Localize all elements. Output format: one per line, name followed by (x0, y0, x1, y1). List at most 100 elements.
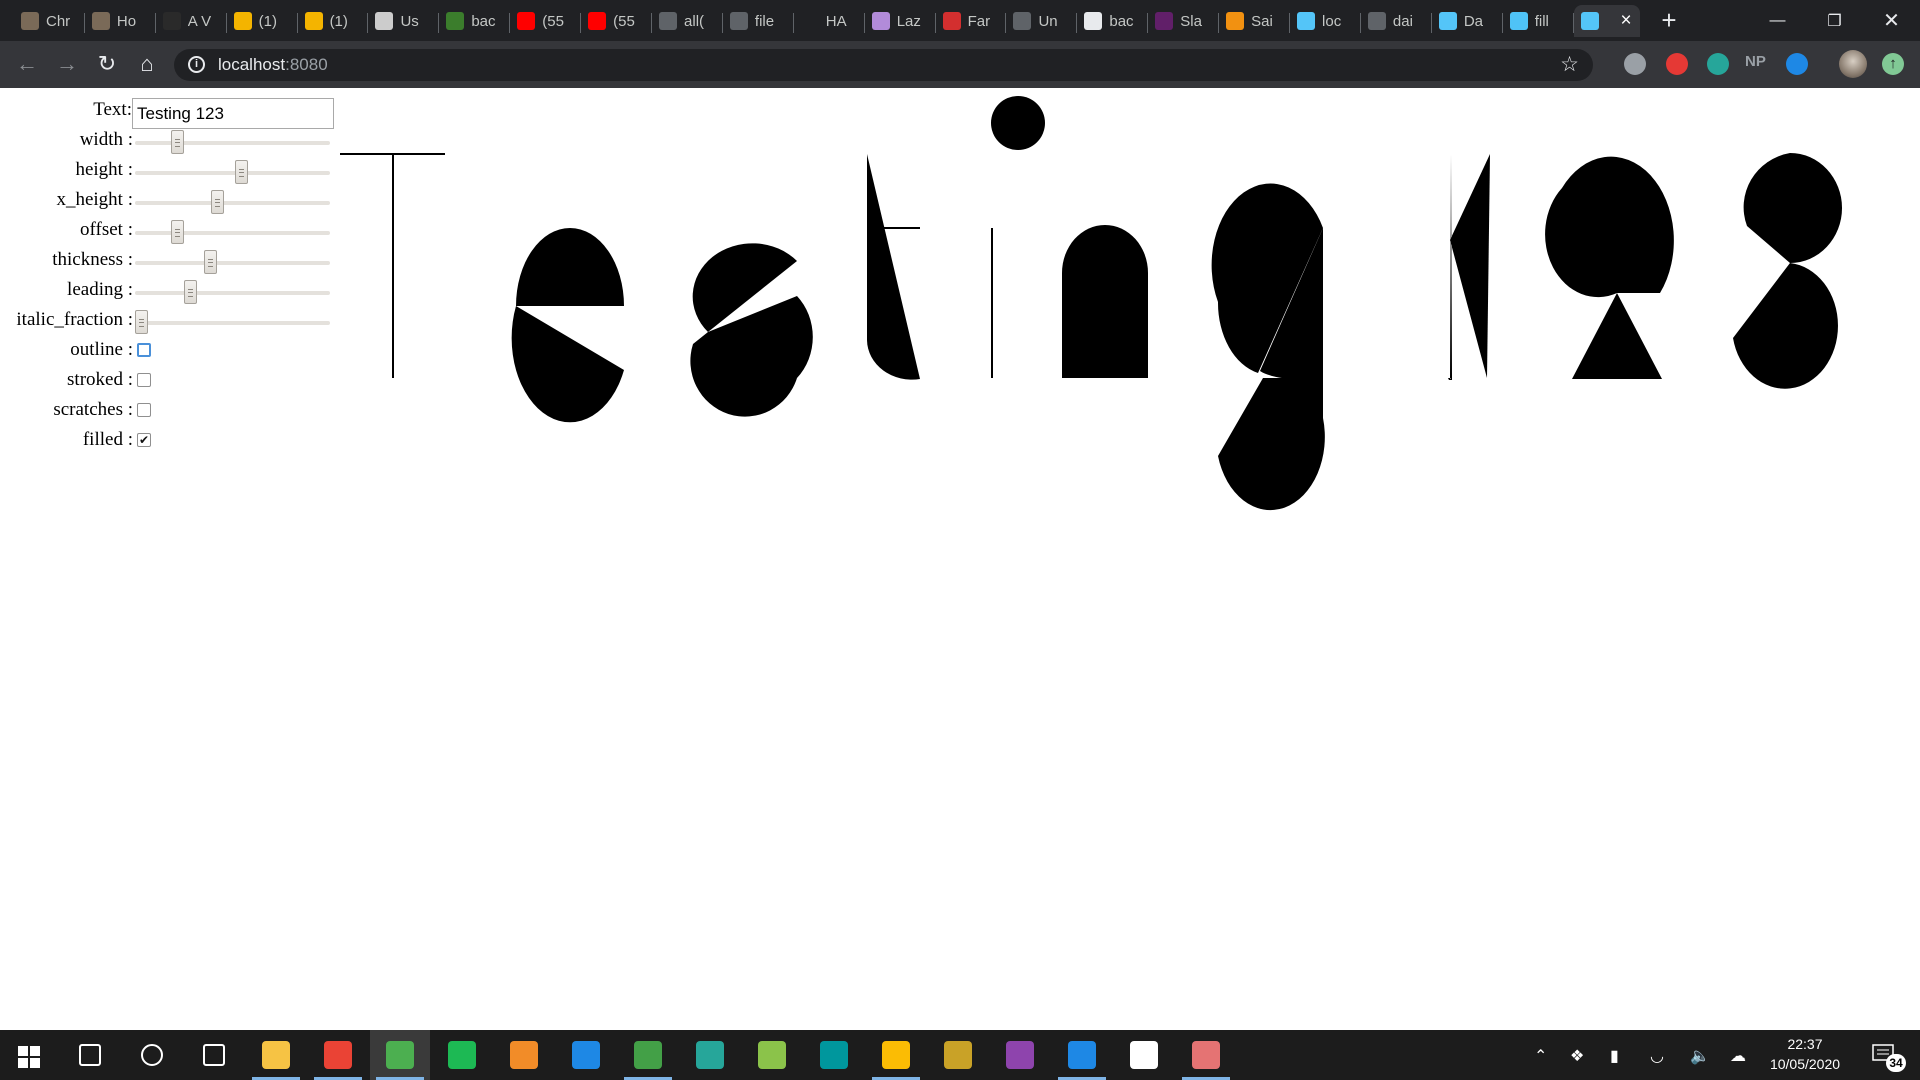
forward-button[interactable]: → (52, 49, 82, 79)
start-button[interactable] (18, 1046, 40, 1073)
wifi-icon[interactable]: ◡ (1650, 1046, 1664, 1066)
taskbar-vscode[interactable] (1052, 1030, 1112, 1080)
close-window-button[interactable]: ✕ (1863, 0, 1920, 41)
browser-tab[interactable]: Un (1006, 5, 1078, 37)
shirt-icon[interactable] (1707, 53, 1729, 75)
back-button[interactable]: ← (12, 49, 42, 79)
paint-icon (1192, 1041, 1220, 1069)
flutter-icon (1438, 12, 1457, 30)
browser-tab[interactable]: (1) (227, 5, 298, 37)
taskbar-file-explorer[interactable] (246, 1030, 306, 1080)
tab-title: HA (825, 12, 847, 30)
notifications-button[interactable]: 34 (1872, 1044, 1906, 1072)
taskbar-chrome[interactable] (370, 1030, 430, 1080)
bookmark-star-icon[interactable]: ☆ (1560, 52, 1579, 77)
spotify-icon (448, 1041, 476, 1069)
home-button[interactable]: ⌂ (132, 49, 162, 79)
browser-tab[interactable]: bac (1077, 5, 1149, 37)
browser-toolbar: ← → ↻ ⌂ i localhost:8080 ☆ NP ↑ (0, 41, 1920, 88)
taskbar-xmind[interactable] (618, 1030, 678, 1080)
browser-tab[interactable]: Chr (14, 5, 85, 37)
slack-icon (1155, 12, 1174, 30)
tab-title: dai (1392, 12, 1413, 30)
taskbar-task-view[interactable] (184, 1030, 244, 1080)
taskbar-terminal[interactable] (680, 1030, 740, 1080)
profile-avatar[interactable] (1839, 50, 1867, 78)
browser-tab[interactable]: fill (1503, 5, 1574, 37)
tab-title: Laz (896, 12, 921, 30)
browser-tab[interactable]: Ho (85, 5, 156, 37)
taskbar-search[interactable] (60, 1030, 120, 1080)
shield-icon[interactable] (1624, 53, 1646, 75)
browser-tab[interactable]: dai (1361, 5, 1432, 37)
address-bar[interactable]: i localhost:8080 ☆ (174, 49, 1593, 81)
cursor-icon (871, 12, 890, 30)
browser-tab[interactable]: Da (1432, 5, 1503, 37)
browser-tab[interactable]: (1) (298, 5, 369, 37)
browser-tab[interactable]: (55 (510, 5, 582, 37)
browser-tab[interactable]: A V (156, 5, 227, 37)
tab-strip: Chr Ho A V (1) (1) Us bac (55 (55 all(file HA Laz Fa… (0, 0, 1920, 41)
taskbar-fontforge[interactable] (1114, 1030, 1174, 1080)
tray-chevron-icon[interactable]: ⌃ (1534, 1046, 1547, 1066)
green-bar-icon (446, 12, 465, 30)
bulb-icon (882, 1041, 910, 1069)
browser-tab[interactable]: file (723, 5, 794, 37)
battery-icon[interactable]: ▮ (1610, 1046, 1619, 1066)
minimize-button[interactable]: — (1749, 0, 1806, 41)
dropbox-icon[interactable]: ❖ (1570, 1046, 1584, 1066)
browser-tab[interactable]: × (1573, 5, 1640, 37)
browser-tab[interactable]: Laz (865, 5, 936, 37)
glyph-3 (1733, 152, 1843, 389)
taskbar-arduino[interactable] (804, 1030, 864, 1080)
tab-title: Da (1463, 12, 1483, 30)
browser-tab[interactable]: loc (1290, 5, 1361, 37)
tab-title: all( (684, 12, 705, 30)
np-icon[interactable]: NP (1745, 53, 1767, 75)
red-logo-icon (942, 12, 961, 30)
reload-button[interactable]: ↻ (92, 49, 122, 79)
taskbar-paint[interactable] (1176, 1030, 1236, 1080)
browser-tab[interactable]: Far (936, 5, 1007, 37)
close-tab-icon[interactable]: × (1620, 10, 1631, 32)
stop-icon[interactable] (1666, 53, 1688, 75)
browser-tab[interactable]: Us (368, 5, 440, 37)
tab-title: Sai (1251, 12, 1273, 30)
clock-date: 10/05/2020 (1769, 1056, 1841, 1072)
browser-tab[interactable]: HA (794, 5, 865, 37)
tab-title: Far (967, 12, 991, 30)
taskbar-gmail[interactable] (308, 1030, 368, 1080)
browser-tab[interactable]: bac (439, 5, 511, 37)
browser-tab[interactable]: all( (652, 5, 723, 37)
new-tab-button[interactable]: + (1655, 7, 1683, 35)
taskbar-c-app[interactable] (556, 1030, 616, 1080)
windows-icon (18, 1046, 40, 1068)
flutter-icon (1297, 12, 1316, 30)
drop-icon[interactable] (1786, 53, 1808, 75)
volume-icon[interactable]: 🔈 (1690, 1046, 1710, 1066)
taskbar-foxit[interactable] (494, 1030, 554, 1080)
globe-icon (659, 12, 678, 30)
taskbar-globe-app[interactable] (928, 1030, 988, 1080)
site-info-icon[interactable]: i (188, 56, 205, 73)
taskbar-keep[interactable] (866, 1030, 926, 1080)
chrome-icon (386, 1041, 414, 1069)
tab-title: Un (1038, 12, 1058, 30)
browser-tab[interactable]: Sla (1148, 5, 1220, 37)
taskbar-visual-studio[interactable] (990, 1030, 1050, 1080)
browser-tab[interactable]: Sai (1219, 5, 1290, 37)
taskbar-cortana[interactable] (122, 1030, 182, 1080)
g-icon (233, 12, 252, 30)
photo-icon (758, 1041, 786, 1069)
onedrive-icon[interactable]: ☁ (1730, 1046, 1746, 1066)
taskbar-image-app[interactable] (742, 1030, 802, 1080)
restore-button[interactable]: ❐ (1806, 0, 1863, 41)
glyph-n (1062, 225, 1148, 378)
browser-tab[interactable]: (55 (581, 5, 652, 37)
tab-title: fill (1534, 12, 1549, 30)
taskbar-spotify[interactable] (432, 1030, 492, 1080)
terminal-icon (696, 1041, 724, 1069)
url-text: localhost:8080 (218, 55, 328, 74)
clock[interactable]: 22:37 10/05/2020 (1760, 1034, 1850, 1074)
update-icon[interactable]: ↑ (1882, 53, 1904, 75)
